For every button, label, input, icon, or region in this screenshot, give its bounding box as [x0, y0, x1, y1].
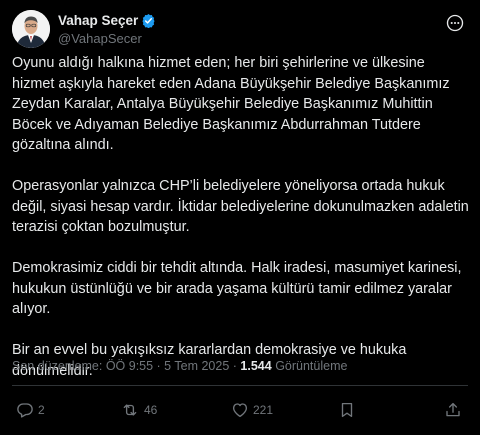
avatar[interactable] — [12, 10, 50, 48]
bookmark-icon — [341, 402, 353, 418]
more-options-icon[interactable] — [444, 12, 466, 34]
author-names: Vahap Seçer @VahapSecer — [58, 12, 156, 47]
like-count: 221 — [253, 403, 274, 417]
bookmark-button[interactable] — [338, 397, 356, 423]
display-name[interactable]: Vahap Seçer — [58, 12, 138, 29]
views-count: 1.544 — [240, 359, 272, 373]
tweet-text: Oyunu aldığı halkına hizmet eden; her bi… — [12, 53, 470, 381]
divider — [12, 385, 468, 386]
display-name-row: Vahap Seçer — [58, 12, 156, 29]
tweet-header: Vahap Seçer @VahapSecer — [12, 8, 468, 50]
tweet-paragraph: Oyunu aldığı halkına hizmet eden; her bi… — [12, 55, 450, 153]
reply-button[interactable]: 2 — [16, 397, 45, 423]
share-button[interactable] — [444, 397, 462, 423]
avatar-photo-icon — [12, 10, 50, 48]
repost-icon — [123, 404, 137, 416]
share-icon — [446, 402, 460, 417]
tweet-meta: Son düzenleme: ÖÖ 9:55 · 5 Tem 2025 · 1.… — [12, 357, 347, 375]
handle[interactable]: @VahapSecer — [58, 30, 156, 47]
tweet-timestamp[interactable]: ÖÖ 9:55 · 5 Tem 2025 — [106, 359, 229, 373]
like-button[interactable]: 221 — [231, 397, 273, 423]
views-label: Görüntüleme — [275, 359, 348, 373]
repost-count: 46 — [144, 403, 158, 417]
tweet-paragraph: Demokrasimiz ciddi bir tehdit altında. H… — [12, 260, 462, 317]
like-icon — [232, 403, 248, 418]
repost-button[interactable]: 46 — [120, 397, 157, 423]
edited-label[interactable]: Son düzenleme: — [12, 359, 102, 373]
reply-count: 2 — [38, 403, 45, 417]
tweet-paragraph: Operasyonlar yalnızca CHP’li belediyeler… — [12, 178, 469, 235]
meta-separator: · — [232, 359, 237, 373]
reply-icon — [17, 403, 33, 418]
action-bar: 2 46 221 — [0, 397, 480, 423]
tweet-card: Vahap Seçer @VahapSecer Oyunu aldığı hal… — [0, 0, 480, 435]
verified-badge-icon[interactable] — [141, 13, 156, 29]
